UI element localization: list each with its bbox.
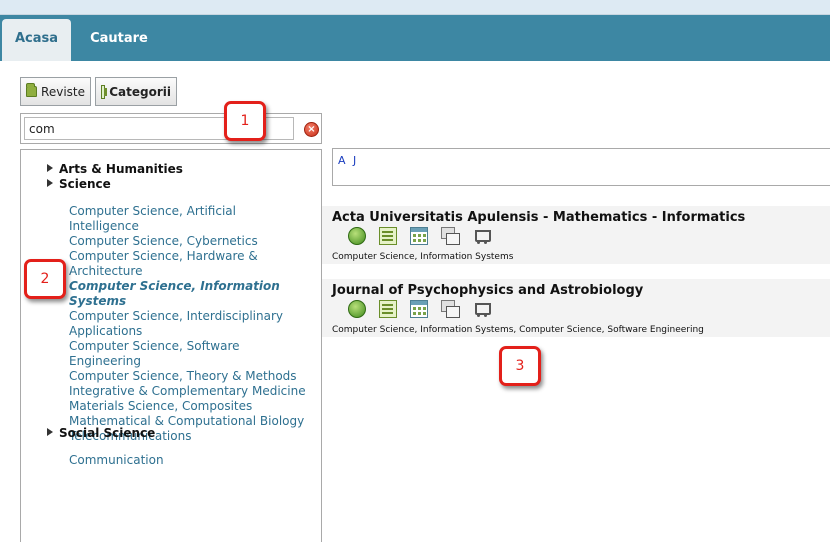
document-icon[interactable] — [379, 300, 397, 318]
journal-actions — [348, 300, 491, 318]
journal-title[interactable]: Journal of Psychophysics and Astrobiolog… — [332, 283, 643, 298]
category-tree: Arts & Humanities Science Computer Scien… — [20, 149, 322, 542]
clear-search-icon[interactable]: × — [304, 122, 319, 137]
tree-root-science[interactable]: Science — [47, 177, 111, 191]
globe-icon[interactable] — [348, 300, 366, 318]
tab-bar: Acasa Cautare — [0, 15, 830, 61]
callout-marker-2: 2 — [24, 259, 66, 299]
journal-categories: Computer Science, Information Systems, C… — [332, 325, 704, 335]
folder-icon — [26, 83, 38, 97]
category-item-integrative-medicine[interactable]: Integrative & Complementary Medicine — [69, 384, 309, 399]
tab-cautare[interactable]: Cautare — [79, 19, 159, 61]
cart-icon[interactable] — [472, 300, 491, 318]
letter-link-j[interactable]: J — [353, 154, 356, 167]
tab-acasa[interactable]: Acasa — [2, 19, 71, 61]
category-item-communication[interactable]: Communication — [69, 453, 164, 467]
tree-root-label: Science — [59, 177, 111, 191]
category-item-information-systems[interactable]: Computer Science, Information Systems — [69, 279, 309, 309]
globe-icon[interactable] — [348, 227, 366, 245]
category-item-hardware[interactable]: Computer Science, Hardware & Architectur… — [69, 249, 309, 279]
science-category-list: Computer Science, Artificial Intelligenc… — [69, 204, 309, 444]
reviste-button[interactable]: Reviste — [20, 77, 91, 106]
journal-result: Journal of Psychophysics and Astrobiolog… — [322, 279, 830, 337]
callout-marker-1: 1 — [224, 101, 266, 141]
category-icon — [101, 84, 108, 99]
tree-root-label: Arts & Humanities — [59, 162, 183, 176]
callout-marker-3: 3 — [499, 346, 541, 386]
category-item-software-engineering[interactable]: Computer Science, Software Engineering — [69, 339, 309, 369]
search-box: × — [20, 113, 322, 144]
calendar-icon[interactable] — [410, 300, 428, 318]
alphabet-filter: A J — [332, 148, 830, 186]
tree-root-social-science[interactable]: Social Science — [47, 426, 155, 440]
top-strip — [0, 0, 830, 15]
tree-root-label: Social Science — [59, 426, 156, 440]
category-item-ai[interactable]: Computer Science, Artificial Intelligenc… — [69, 204, 309, 234]
copies-icon[interactable] — [441, 300, 460, 318]
expand-arrow-icon — [47, 179, 53, 187]
document-icon[interactable] — [379, 227, 397, 245]
journal-title[interactable]: Acta Universitatis Apulensis - Mathemati… — [332, 210, 745, 225]
app-root: Acasa Cautare Reviste Categorii × Arts &… — [0, 0, 830, 542]
category-item-theory-methods[interactable]: Computer Science, Theory & Methods — [69, 369, 309, 384]
expand-arrow-icon — [47, 428, 53, 436]
journal-result: Acta Universitatis Apulensis - Mathemati… — [322, 206, 830, 264]
letter-link-a[interactable]: A — [338, 154, 346, 167]
category-item-interdisciplinary[interactable]: Computer Science, Interdisciplinary Appl… — [69, 309, 309, 339]
category-item-cybernetics[interactable]: Computer Science, Cybernetics — [69, 234, 309, 249]
reviste-label: Reviste — [41, 84, 85, 99]
cart-icon[interactable] — [472, 227, 491, 245]
categorii-label: Categorii — [109, 84, 171, 99]
copies-icon[interactable] — [441, 227, 460, 245]
category-item-materials-composites[interactable]: Materials Science, Composites — [69, 399, 309, 414]
journal-categories: Computer Science, Information Systems — [332, 252, 514, 262]
calendar-icon[interactable] — [410, 227, 428, 245]
categorii-button[interactable]: Categorii — [95, 77, 177, 106]
tree-root-arts[interactable]: Arts & Humanities — [47, 162, 183, 176]
journal-actions — [348, 227, 491, 245]
expand-arrow-icon — [47, 164, 53, 172]
